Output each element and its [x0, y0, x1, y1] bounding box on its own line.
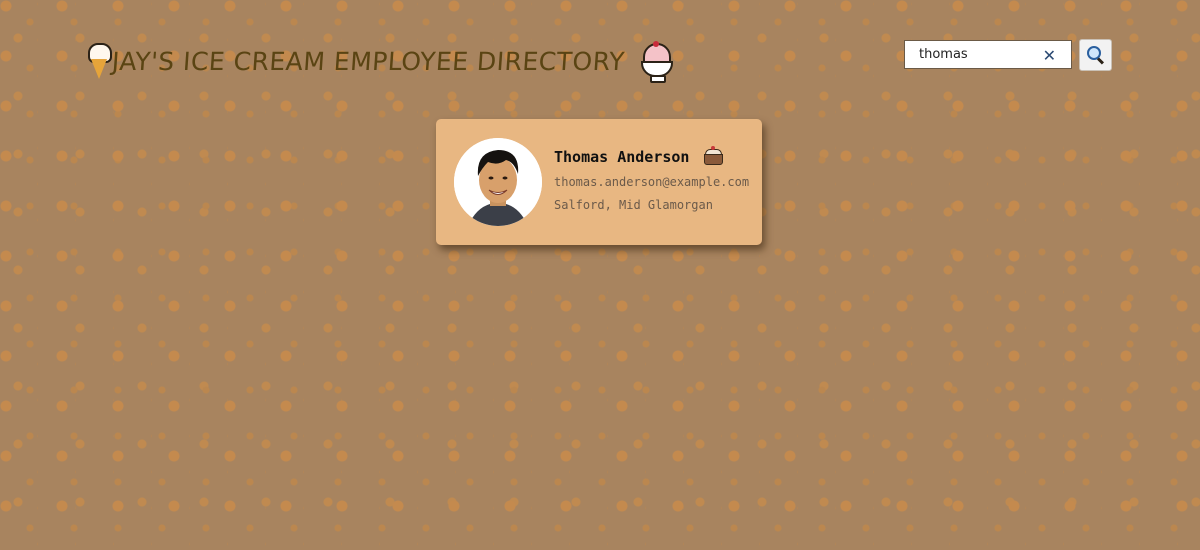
employee-name: Thomas Anderson [554, 146, 723, 166]
employee-email: thomas.anderson@example.com [554, 175, 750, 189]
shaved-ice-icon [639, 41, 673, 83]
employee-card[interactable]: Thomas Anderson thomas.anderson@example.… [436, 119, 762, 245]
ice-cream-cone-icon [86, 41, 112, 81]
close-icon[interactable]: ✕ [1043, 46, 1056, 65]
page-header: JAY'S ICE CREAM EMPLOYEE DIRECTORY [86, 40, 673, 83]
avatar [454, 138, 542, 226]
page-title: JAY'S ICE CREAM EMPLOYEE DIRECTORY [110, 46, 626, 76]
search-field: ✕ [904, 40, 1072, 69]
employee-name-text: Thomas Anderson [554, 148, 690, 166]
cake-icon [703, 146, 723, 165]
search-input[interactable] [905, 40, 1041, 69]
search-button[interactable] [1079, 39, 1112, 71]
search-icon [1086, 46, 1105, 65]
employee-location: Salford, Mid Glamorgan [554, 198, 713, 212]
